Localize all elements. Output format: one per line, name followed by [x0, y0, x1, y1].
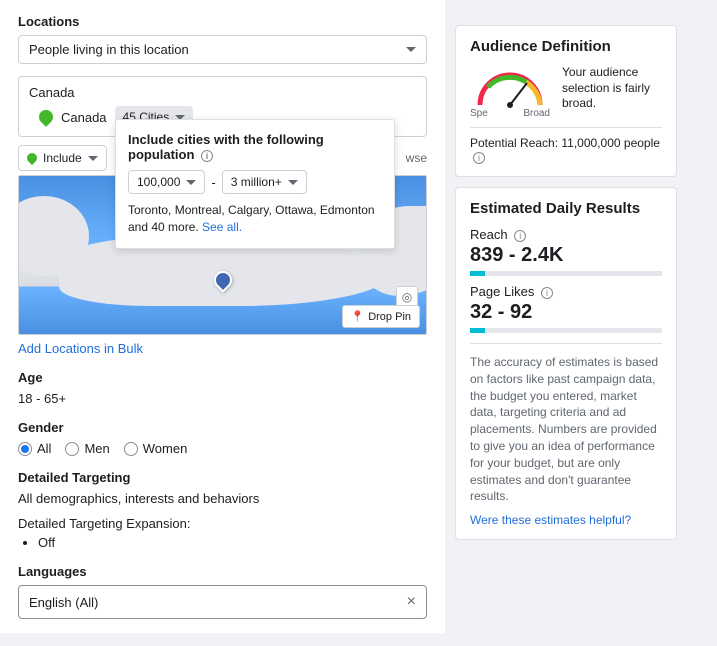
estimates-title: Estimated Daily Results — [470, 200, 662, 217]
population-popup-title: Include cities with the following popula… — [128, 132, 382, 162]
chevron-down-icon — [288, 180, 298, 185]
likes-value: 32 - 92 — [470, 301, 662, 324]
gender-label: Gender — [18, 420, 427, 435]
population-popup: Include cities with the following popula… — [115, 119, 395, 249]
expansion-label: Detailed Targeting Expansion: — [18, 516, 427, 531]
chevron-down-icon — [186, 180, 196, 185]
audience-summary: Your audience selection is fairly broad. — [562, 65, 662, 112]
clear-language-icon[interactable]: × — [407, 593, 416, 611]
language-value: English (All) — [29, 595, 98, 610]
info-icon[interactable]: i — [514, 230, 526, 242]
gender-option-all[interactable]: All — [18, 441, 51, 456]
potential-reach: Potential Reach: 11,000,000 people i — [470, 127, 662, 164]
gender-radio-group: All Men Women — [18, 441, 427, 456]
age-label: Age — [18, 370, 427, 385]
population-max-select[interactable]: 3 million+ — [222, 170, 307, 194]
targeting-panel: Locations People living in this location… — [0, 0, 445, 633]
estimates-disclaimer: The accuracy of estimates is based on fa… — [470, 343, 662, 505]
chevron-down-icon — [406, 47, 416, 52]
population-desc: Toronto, Montreal, Calgary, Ottawa, Edmo… — [128, 202, 382, 236]
chevron-down-icon — [88, 156, 98, 161]
likes-bar-fill — [470, 328, 485, 333]
add-locations-bulk-link[interactable]: Add Locations in Bulk — [18, 341, 143, 356]
location-pin-icon — [36, 107, 56, 127]
living-location-value: People living in this location — [29, 42, 189, 57]
browse-hint: wse — [406, 151, 427, 165]
estimates-helpful-link[interactable]: Were these estimates helpful? — [470, 513, 631, 527]
info-icon[interactable]: i — [541, 287, 553, 299]
reach-bar — [470, 271, 662, 276]
info-icon[interactable]: i — [201, 150, 213, 162]
include-dropdown[interactable]: Include — [18, 145, 107, 171]
likes-label: Page Likes i — [470, 284, 662, 299]
gender-option-women[interactable]: Women — [124, 441, 188, 456]
likes-bar — [470, 328, 662, 333]
reach-value: 839 - 2.4K — [470, 244, 662, 267]
living-location-select[interactable]: People living in this location — [18, 35, 427, 64]
languages-label: Languages — [18, 564, 427, 579]
detailed-targeting-value: All demographics, interests and behavior… — [18, 491, 427, 506]
region-box: Canada Canada 45 Cities Include cities w… — [18, 76, 427, 137]
country-chip[interactable]: Canada — [61, 110, 107, 125]
radio-icon — [124, 442, 138, 456]
radio-icon — [65, 442, 79, 456]
drop-pin-button[interactable]: 📍 Drop Pin — [342, 305, 421, 328]
reach-bar-fill — [470, 271, 485, 276]
see-all-link[interactable]: See all. — [202, 220, 242, 234]
expansion-value: Off — [38, 535, 427, 550]
reach-label: Reach i — [470, 227, 662, 242]
locations-label: Locations — [18, 14, 427, 29]
audience-title: Audience Definition — [470, 38, 662, 55]
radio-icon — [18, 442, 32, 456]
population-min-select[interactable]: 100,000 — [128, 170, 205, 194]
detailed-targeting-label: Detailed Targeting — [18, 470, 427, 485]
language-input[interactable]: English (All) × — [18, 585, 427, 619]
audience-definition-panel: Audience Definition Spe Br — [455, 25, 677, 177]
gender-option-men[interactable]: Men — [65, 441, 109, 456]
info-icon[interactable]: i — [473, 152, 485, 164]
estimated-results-panel: Estimated Daily Results Reach i 839 - 2.… — [455, 187, 677, 540]
location-pin-icon — [25, 151, 39, 165]
audience-gauge-icon — [470, 65, 550, 110]
age-value: 18 - 65+ — [18, 391, 427, 406]
region-title: Canada — [29, 85, 416, 100]
